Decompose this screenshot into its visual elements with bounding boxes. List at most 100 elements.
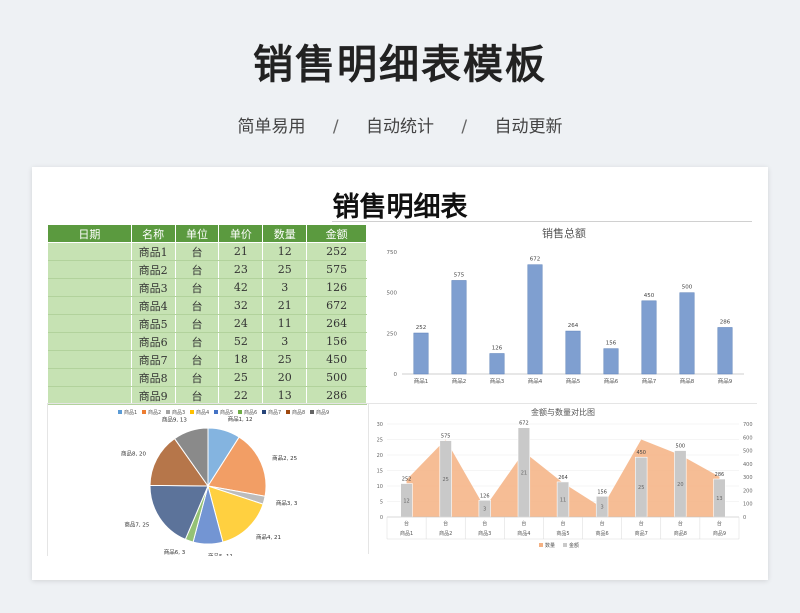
bar-data-label: 450 — [644, 293, 655, 299]
column-header: 日期 — [47, 224, 132, 243]
table-cell[interactable]: 商品2 — [131, 260, 176, 279]
table-row: 商品6 台 52 3 156 — [47, 332, 367, 351]
table-cell[interactable] — [47, 332, 132, 351]
table-cell[interactable]: 25 — [262, 350, 308, 369]
table-body: 商品1 台 21 12 252 商品2 台 23 25 575 商品3 台 42 3 126 商品4 台 32 21… — [47, 242, 367, 405]
bar-data-label: 672 — [530, 257, 541, 263]
table-row: 商品3 台 42 3 126 — [47, 278, 367, 297]
table-cell[interactable]: 台 — [175, 314, 220, 333]
right-y-tick-label: 200 — [743, 488, 753, 494]
table-cell[interactable]: 3 — [262, 332, 308, 351]
quantity-data-label: 11 — [560, 497, 566, 503]
table-cell[interactable]: 商品9 — [131, 386, 176, 405]
bar — [489, 353, 505, 375]
legend-item: 商品9 — [316, 409, 329, 416]
table-cell[interactable]: 21 — [218, 242, 264, 261]
right-y-tick-label: 400 — [743, 462, 753, 468]
table-cell[interactable]: 52 — [218, 332, 264, 351]
table-cell[interactable]: 252 — [306, 242, 367, 261]
legend-swatch — [166, 410, 170, 414]
bar — [717, 327, 733, 375]
table-cell[interactable]: 台 — [175, 260, 220, 279]
table-cell[interactable]: 18 — [218, 350, 264, 369]
x-tick-label-name: 商品4 — [517, 530, 530, 537]
table-cell[interactable]: 商品5 — [131, 314, 176, 333]
table-cell[interactable]: 台 — [175, 242, 220, 261]
table-cell[interactable]: 台 — [175, 368, 220, 387]
table-cell[interactable]: 21 — [262, 296, 308, 315]
tag-auto-stat: 自动统计 — [366, 117, 434, 137]
quantity-data-label: 25 — [638, 485, 644, 491]
table-cell[interactable]: 20 — [262, 368, 308, 387]
table-cell[interactable]: 3 — [262, 278, 308, 297]
table-cell[interactable]: 商品7 — [131, 350, 176, 369]
table-cell[interactable] — [47, 386, 132, 405]
table-cell[interactable]: 商品8 — [131, 368, 176, 387]
legend-item: 商品3 — [172, 409, 185, 416]
quantity-data-label: 3 — [483, 507, 486, 513]
table-cell[interactable]: 25 — [262, 260, 308, 279]
x-tick-label: 商品6 — [604, 377, 619, 385]
right-y-tick-label: 300 — [743, 475, 753, 481]
table-row: 商品5 台 24 11 264 — [47, 314, 367, 333]
tag-easy: 简单易用 — [237, 117, 306, 137]
table-cell[interactable] — [47, 296, 132, 315]
bar-data-label: 156 — [606, 341, 617, 347]
spreadsheet-preview: 销售明细表 日期 名称 单位 单价 数量 金额 商品1 台 21 12 252 商品2 台 23 25 57… — [32, 167, 768, 580]
table-cell[interactable]: 575 — [306, 260, 367, 279]
table-cell[interactable] — [47, 314, 132, 333]
table-cell[interactable]: 商品3 — [131, 278, 176, 297]
x-tick-label-name: 商品3 — [478, 530, 491, 537]
table-cell[interactable]: 450 — [306, 350, 367, 369]
bar-data-label: 575 — [454, 272, 465, 278]
table-cell[interactable] — [47, 368, 132, 387]
table-cell[interactable]: 13 — [262, 386, 308, 405]
left-y-tick-label: 20 — [377, 453, 383, 459]
amount-data-label: 500 — [676, 444, 686, 450]
right-y-tick-label: 100 — [743, 502, 753, 508]
table-cell[interactable]: 126 — [306, 278, 367, 297]
table-cell[interactable]: 286 — [306, 386, 367, 405]
table-cell[interactable] — [47, 278, 132, 297]
legend-item: 商品5 — [220, 409, 233, 416]
table-cell[interactable]: 台 — [175, 332, 220, 351]
x-tick-label-unit: 台 — [639, 520, 644, 527]
table-cell[interactable]: 156 — [306, 332, 367, 351]
quantity-data-label: 20 — [677, 482, 683, 488]
column-header: 单价 — [218, 224, 264, 243]
table-cell[interactable]: 商品4 — [131, 296, 176, 315]
table-cell[interactable]: 12 — [262, 242, 308, 261]
x-tick-label-unit: 台 — [521, 520, 526, 527]
table-cell[interactable]: 672 — [306, 296, 367, 315]
table-cell[interactable]: 台 — [175, 296, 220, 315]
table-cell[interactable]: 500 — [306, 368, 367, 387]
table-cell[interactable]: 22 — [218, 386, 264, 405]
pie-data-label: 商品7, 25 — [124, 520, 149, 528]
x-tick-label-name: 商品8 — [674, 530, 687, 537]
table-cell[interactable]: 25 — [218, 368, 264, 387]
table-cell[interactable]: 32 — [218, 296, 264, 315]
table-cell[interactable]: 24 — [218, 314, 264, 333]
table-cell[interactable]: 商品1 — [131, 242, 176, 261]
table-cell[interactable] — [47, 242, 132, 261]
table-cell[interactable]: 23 — [218, 260, 264, 279]
table-cell[interactable]: 264 — [306, 314, 367, 333]
table-cell[interactable] — [47, 260, 132, 279]
pie-data-label: 商品9, 13 — [162, 415, 187, 423]
table-cell[interactable] — [47, 350, 132, 369]
legend-item: 金额 — [569, 542, 579, 549]
bar — [641, 300, 657, 375]
table-cell[interactable]: 42 — [218, 278, 264, 297]
table-cell[interactable]: 商品6 — [131, 332, 176, 351]
table-cell[interactable]: 11 — [262, 314, 308, 333]
x-tick-label: 商品3 — [490, 377, 505, 385]
table-cell[interactable]: 台 — [175, 386, 220, 405]
legend-swatch — [286, 410, 290, 414]
right-y-tick-label: 500 — [743, 449, 753, 455]
table-cell[interactable]: 台 — [175, 350, 220, 369]
table-cell[interactable]: 台 — [175, 278, 220, 297]
amount-data-label: 672 — [519, 421, 529, 427]
right-y-tick-label: 0 — [743, 515, 746, 521]
pie-data-label: 商品8, 20 — [121, 449, 146, 457]
y-tick-label: 0 — [394, 372, 398, 378]
